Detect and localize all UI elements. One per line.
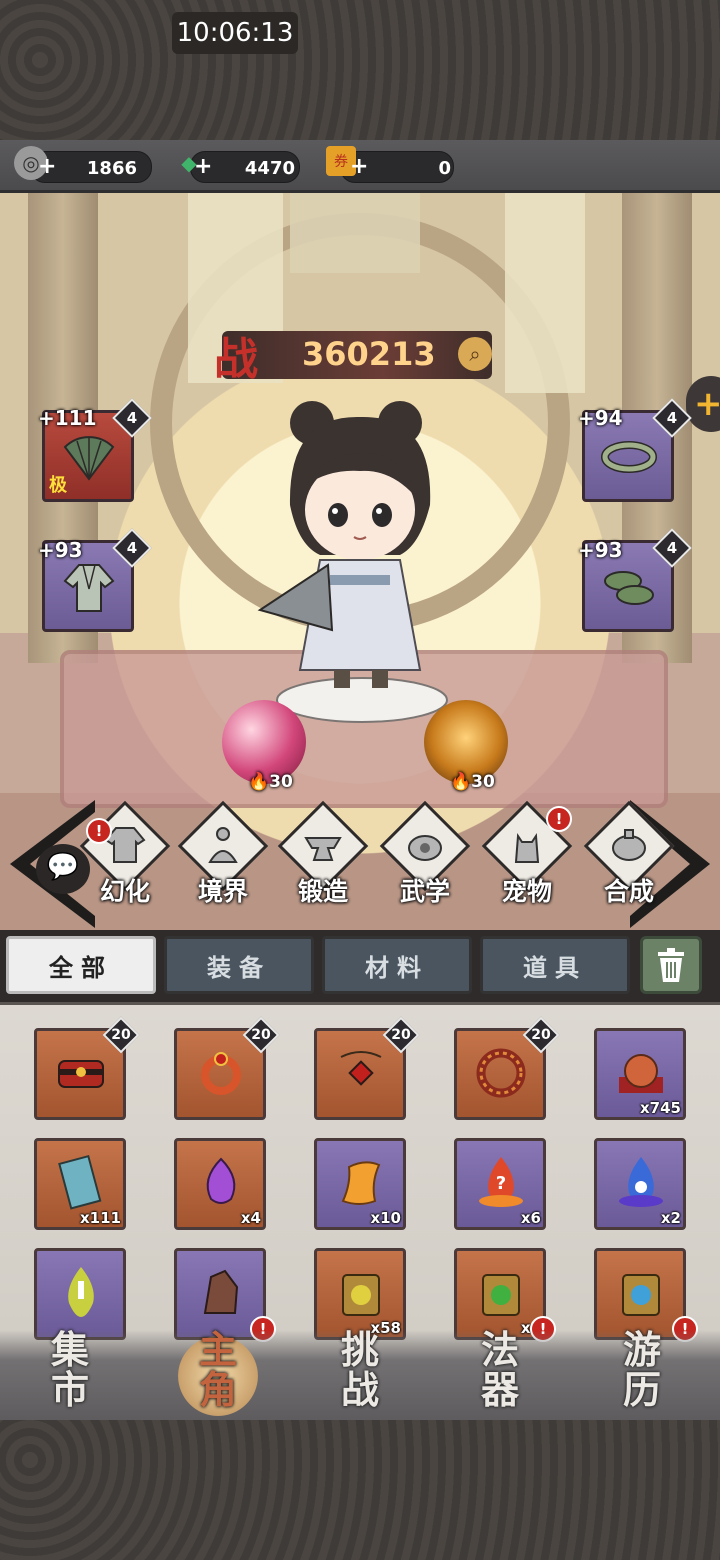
svg-text:?: ? <box>496 1173 506 1194</box>
trash-icon <box>658 948 684 982</box>
equip-bonus: +93 <box>38 538 83 562</box>
gold-orb-level: 🔥30 <box>450 772 495 792</box>
tab-materials[interactable]: 材料 <box>322 936 472 994</box>
inventory-slot[interactable]: x10 <box>314 1138 406 1230</box>
red-chest-icon <box>58 1060 104 1088</box>
nav-challenge[interactable]: 挑战 <box>310 1330 410 1420</box>
pink-orb-level: 🔥30 <box>248 772 293 792</box>
item-count: x745 <box>640 1099 681 1117</box>
bottom-decorative-band <box>0 1420 720 1560</box>
player-character[interactable] <box>250 395 470 725</box>
tab-equipment[interactable]: 装备 <box>164 936 314 994</box>
orange-orb-icon <box>619 1054 663 1093</box>
furnace-icon <box>612 829 646 861</box>
equip-grade: 极 <box>49 475 67 496</box>
item-count: x10 <box>370 1209 401 1227</box>
blue-scroll-icon <box>58 1154 102 1210</box>
equip-bonus: +111 <box>38 406 97 430</box>
ore-crystal-icon <box>203 1269 239 1314</box>
nav-label: 法器 <box>480 1327 519 1412</box>
cat-icon <box>514 833 540 863</box>
hanging-banner-center <box>290 193 420 273</box>
yellow-scroll-icon <box>341 1161 381 1205</box>
fire-ring-icon <box>201 1052 241 1095</box>
add-coin-icon[interactable]: + <box>38 154 56 179</box>
menu-pets[interactable]: 宠物 ! <box>481 800 573 912</box>
hanging-banner-right <box>505 193 585 393</box>
green-gem-token-icon <box>482 1274 520 1316</box>
menu-realm[interactable]: 境界 <box>177 800 269 912</box>
inventory-slot[interactable]: x4 <box>174 1138 266 1230</box>
nav-market[interactable]: 集市 <box>20 1330 120 1420</box>
belt-icon <box>601 441 657 473</box>
jade-value: 4470 <box>244 158 295 179</box>
menu-synthesis[interactable]: 合成 <box>583 800 675 912</box>
search-icon[interactable]: ⌕ <box>458 337 492 371</box>
fan-icon <box>63 436 115 481</box>
equip-bonus: +94 <box>578 406 623 430</box>
inventory-slot[interactable]: x745 <box>594 1028 686 1120</box>
nav-label: 挑战 <box>340 1327 379 1412</box>
nav-artifact[interactable]: 法器 <box>450 1330 550 1420</box>
yellow-flame-icon <box>68 1267 94 1317</box>
item-count: x6 <box>520 1209 541 1227</box>
menu-label: 武学 <box>399 877 450 906</box>
menu-transform[interactable]: 幻化 ! <box>79 800 171 912</box>
blue-flame-icon <box>619 1157 663 1207</box>
add-ticket-icon[interactable]: + <box>350 154 368 179</box>
ticket-value: 0 <box>438 158 451 179</box>
item-count: x4 <box>240 1209 261 1227</box>
currency-bar: 1866 ◎ + 4470 ◆ + 0 券 + <box>0 140 720 193</box>
tab-items[interactable]: 道具 <box>480 936 630 994</box>
combat-power-bar: 战 360213 ⌕ <box>214 331 492 385</box>
top-decorative-band <box>0 0 720 140</box>
menu-label: 合成 <box>603 877 654 906</box>
menu-label: 幻化 <box>99 877 150 906</box>
yellow-gem-token-icon <box>342 1274 380 1316</box>
nav-travel[interactable]: 游历 <box>592 1330 692 1420</box>
menu-forge[interactable]: 锻造 <box>277 800 369 912</box>
robe-icon <box>63 564 115 612</box>
shoes-icon <box>604 571 654 605</box>
inventory-slot[interactable]: ? x6 <box>454 1138 546 1230</box>
anvil-icon <box>304 837 342 861</box>
menu-label: 宠物 <box>501 877 552 906</box>
menu-label: 境界 <box>197 877 248 906</box>
inventory-slot[interactable]: x111 <box>34 1138 126 1230</box>
equip-bonus: +93 <box>578 538 623 562</box>
coin-value: 1866 <box>86 158 137 179</box>
menu-label: 锻造 <box>297 877 348 906</box>
inventory-slot[interactable]: x2 <box>594 1138 686 1230</box>
tab-all[interactable]: 全部 <box>6 936 156 994</box>
blue-gem-token-icon <box>622 1274 660 1316</box>
fire-bracelet-icon <box>476 1048 526 1098</box>
nav-label: 主角 <box>198 1327 237 1412</box>
alert-icon: ! <box>546 806 572 832</box>
clock-time: 10:06:13 <box>172 12 298 54</box>
purple-spirit-icon <box>206 1157 236 1204</box>
alert-icon: ! <box>86 818 112 844</box>
trash-button[interactable] <box>640 936 702 994</box>
combat-power-value: 360213 <box>302 335 436 373</box>
nav-character[interactable]: 主角 <box>168 1330 268 1420</box>
red-amulet-icon <box>340 1051 382 1086</box>
meditating-figure-icon <box>208 827 238 863</box>
item-count: x111 <box>80 1209 121 1227</box>
combat-power-label: 战 <box>214 334 258 385</box>
nav-label: 游历 <box>622 1327 661 1412</box>
cauldron-icon <box>408 835 442 861</box>
menu-martial-arts[interactable]: 武学 <box>379 800 471 912</box>
nav-label: 集市 <box>50 1327 89 1412</box>
red-flame-icon: ? <box>479 1157 523 1207</box>
add-jade-icon[interactable]: + <box>194 154 212 179</box>
item-count: x2 <box>660 1209 681 1227</box>
